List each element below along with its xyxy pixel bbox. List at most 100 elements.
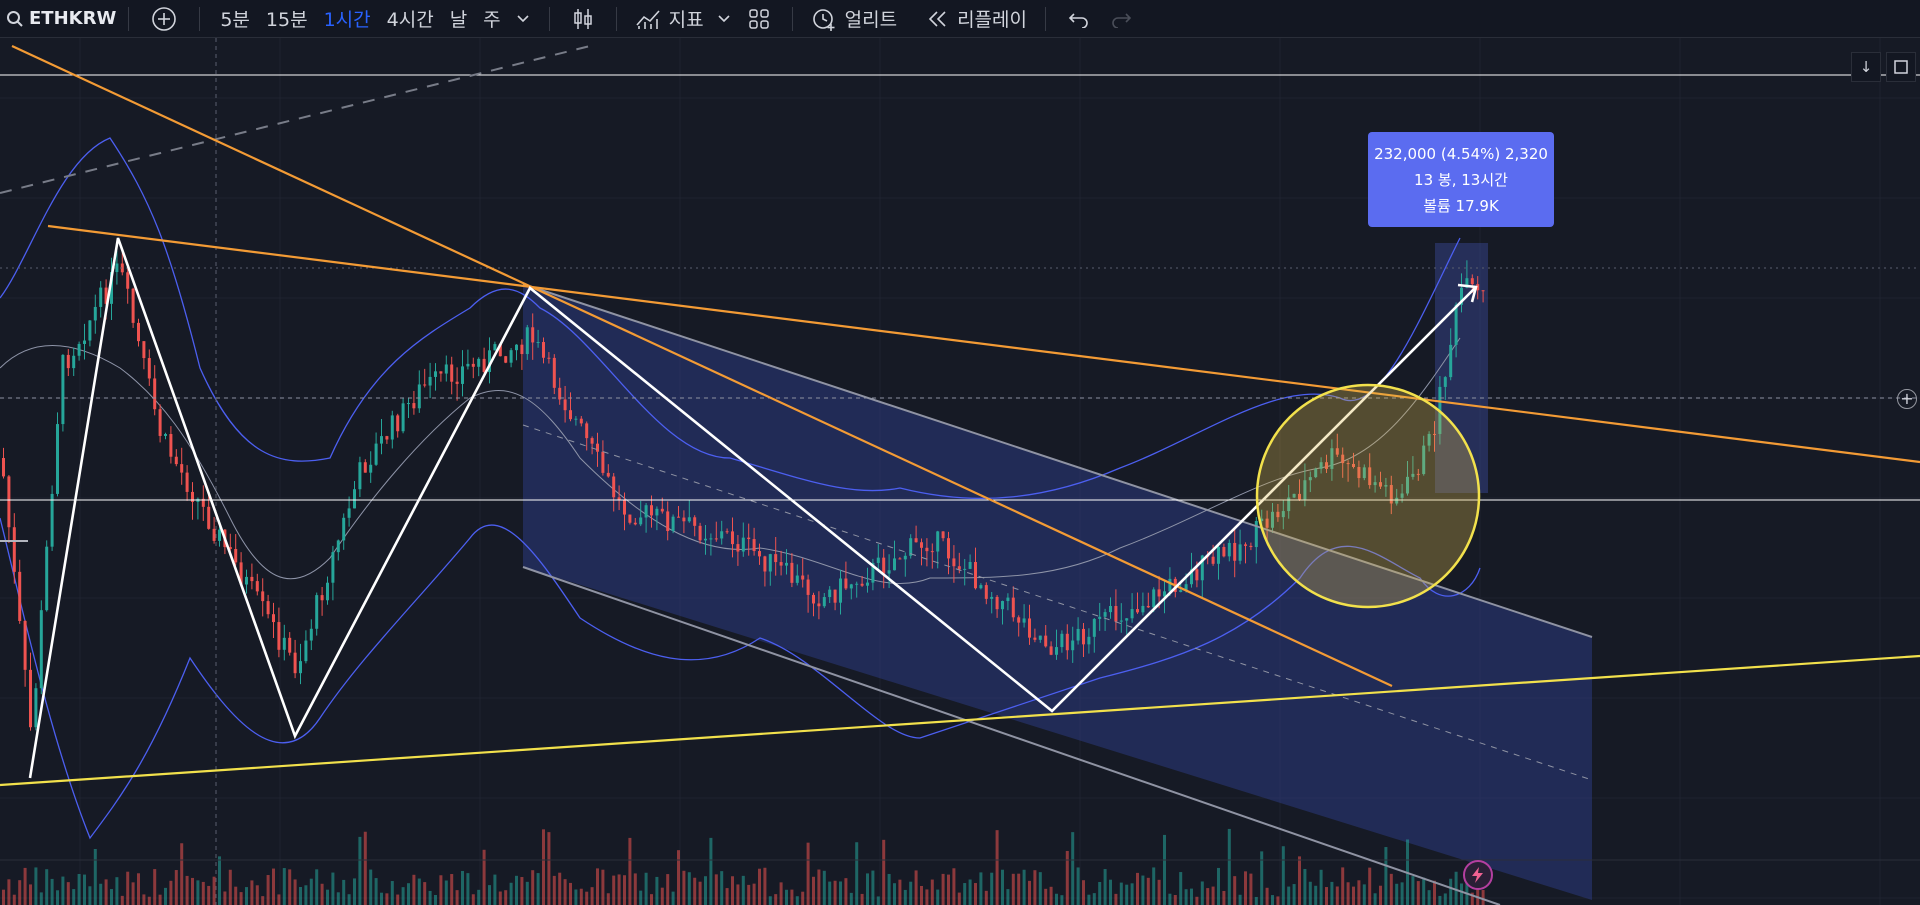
volume-bar — [984, 890, 988, 905]
volume-bar — [650, 894, 653, 905]
candle-body — [1109, 605, 1112, 613]
interval-day[interactable]: 날 — [442, 0, 475, 38]
volume-bar — [774, 894, 778, 905]
alert-button[interactable]: 얼리트 — [805, 0, 903, 38]
replay-button[interactable]: 리플레이 — [921, 0, 1033, 38]
candle-body — [288, 637, 292, 653]
candle-body — [1006, 597, 1010, 602]
volume-bar — [428, 890, 432, 905]
candle-body — [520, 344, 524, 355]
volume-bar — [7, 879, 11, 905]
volume-bar — [1362, 884, 1366, 905]
redo-button[interactable] — [1100, 0, 1142, 38]
undo-button[interactable] — [1058, 0, 1100, 38]
volume-bar — [1389, 873, 1393, 905]
candle-body — [1195, 569, 1199, 581]
candle-body — [353, 489, 356, 509]
price-chart[interactable] — [0, 38, 1920, 905]
volume-bar — [385, 893, 389, 905]
candle-body — [471, 363, 475, 367]
candle-body — [709, 538, 713, 540]
candle-body — [380, 436, 383, 444]
volume-bar — [952, 868, 956, 905]
volume-bar — [930, 879, 934, 905]
volume-bar — [1082, 880, 1085, 905]
volume-bar — [801, 891, 805, 905]
interval-1h[interactable]: 1시간 — [316, 0, 379, 38]
scroll-to-latest-button[interactable]: ↓ — [1851, 52, 1881, 82]
symbol-search[interactable]: ETHKRW — [0, 0, 116, 38]
volume-bar — [763, 867, 767, 905]
candle-body — [1146, 605, 1150, 608]
candle-body — [444, 364, 448, 374]
volume-bar — [315, 869, 319, 905]
candle-body — [1092, 618, 1096, 637]
volume-bar — [1292, 884, 1296, 905]
volume-bar — [1265, 887, 1269, 905]
volume-bar — [617, 874, 621, 905]
volume-bar — [747, 884, 751, 905]
indicators-button[interactable]: 지표 — [629, 0, 710, 38]
candle-body — [88, 320, 92, 341]
volume-bar — [61, 876, 65, 905]
volume-bar — [369, 869, 373, 905]
indicators-dropdown[interactable] — [710, 0, 738, 38]
candle-body — [23, 620, 27, 670]
volume-bar — [974, 883, 977, 905]
chevron-down-icon — [718, 14, 730, 22]
volume-bar — [353, 878, 356, 905]
candle-body — [596, 443, 599, 452]
candle-body — [1125, 618, 1129, 621]
volume-bar — [126, 871, 130, 905]
volume-bar — [709, 837, 713, 905]
candle-body — [93, 306, 97, 321]
crosshair-plus-button[interactable]: + — [1897, 389, 1917, 409]
candle-body — [147, 358, 151, 379]
candle-body — [164, 434, 167, 436]
volume-bar — [536, 873, 540, 905]
candle-body — [1033, 637, 1037, 640]
volume-bar — [1152, 867, 1156, 905]
volume-bar — [671, 891, 675, 905]
interval-week[interactable]: 주 — [475, 0, 508, 38]
volume-bar — [585, 891, 589, 905]
volume-bar — [29, 884, 32, 905]
add-symbol-button[interactable] — [141, 0, 187, 38]
fullscreen-button[interactable] — [1886, 52, 1916, 82]
interval-dropdown[interactable] — [509, 0, 537, 38]
interval-5m[interactable]: 5분 — [212, 0, 258, 38]
candle-body — [720, 531, 724, 539]
candle-body — [1065, 633, 1069, 651]
candle-body — [536, 342, 540, 344]
interval-4h[interactable]: 4시간 — [379, 0, 442, 38]
volume-bar — [1217, 867, 1220, 905]
volume-bar — [552, 875, 556, 905]
candle-body — [1044, 635, 1048, 647]
volume-bar — [142, 894, 146, 905]
candle-body — [1454, 304, 1458, 345]
candle-body — [569, 410, 572, 420]
candle-body — [666, 511, 670, 532]
chart-style-button[interactable] — [562, 0, 604, 38]
candle-body — [898, 558, 902, 560]
volume-bar — [444, 880, 448, 905]
lightning-button[interactable] — [1463, 860, 1493, 890]
volume-bar — [1141, 875, 1145, 905]
volume-bar — [693, 877, 697, 905]
volume-bar — [1411, 876, 1415, 905]
volume-bar — [579, 888, 583, 905]
volume-bar — [1190, 888, 1193, 905]
volume-bar — [1357, 880, 1361, 905]
candle-body — [234, 548, 238, 563]
candle-body — [126, 272, 130, 289]
candle-body — [790, 562, 794, 583]
volume-bar — [12, 894, 16, 905]
candle-body — [390, 415, 394, 440]
candle-body — [941, 531, 945, 539]
layout-button[interactable] — [738, 0, 780, 38]
volume-bar — [158, 894, 162, 905]
volume-bar — [758, 868, 761, 905]
volume-bar — [1400, 882, 1404, 905]
interval-15m[interactable]: 15분 — [258, 0, 316, 38]
candle-body — [331, 552, 335, 583]
